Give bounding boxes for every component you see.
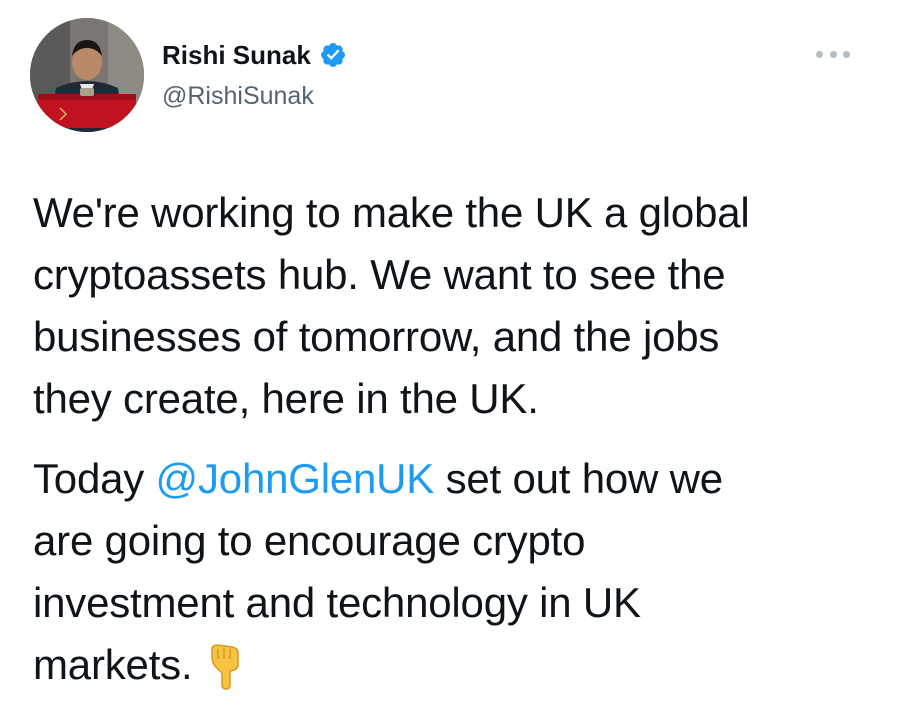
tweet-text: We're working to make the UK a global cr… bbox=[33, 182, 873, 696]
more-options-icon[interactable] bbox=[816, 46, 850, 62]
more-dot-1 bbox=[816, 50, 823, 58]
tweet-line: Today @JohnGlenUK set out how we bbox=[33, 448, 873, 510]
tweet-line: markets. bbox=[33, 634, 873, 696]
display-name[interactable]: Rishi Sunak bbox=[162, 38, 311, 72]
profile-photo-icon bbox=[30, 18, 144, 132]
mention-link[interactable]: @JohnGlenUK bbox=[156, 455, 435, 502]
verified-badge-icon bbox=[320, 43, 345, 67]
tweet-line: are going to encourage crypto bbox=[33, 517, 586, 564]
more-dot-3 bbox=[843, 50, 850, 58]
avatar[interactable] bbox=[30, 18, 144, 132]
tweet-paragraph-2: Today @JohnGlenUK set out how we are goi… bbox=[33, 448, 873, 696]
backhand-index-pointing-down-emoji bbox=[211, 644, 240, 690]
tweet-line: they create, here in the UK. bbox=[33, 375, 539, 422]
tweet-line: businesses of tomorrow, and the jobs bbox=[33, 313, 720, 360]
tweet-line: cryptoassets hub. We want to see the bbox=[33, 251, 726, 298]
tweet-text-segment: markets. bbox=[33, 641, 193, 688]
tweet-text-segment: Today bbox=[33, 455, 156, 502]
author-name-row[interactable]: Rishi Sunak bbox=[162, 38, 347, 72]
more-dot-2 bbox=[829, 50, 837, 58]
tweet-paragraph-1: We're working to make the UK a global cr… bbox=[33, 182, 873, 430]
tweet-text-segment: set out how we bbox=[434, 455, 724, 502]
author-handle[interactable]: @RishiSunak bbox=[162, 80, 314, 112]
tweet-card: Rishi Sunak @RishiSunak We're working to… bbox=[0, 0, 900, 707]
tweet-line: We're working to make the UK a global bbox=[33, 189, 750, 236]
tweet-line: investment and technology in UK bbox=[33, 579, 641, 626]
